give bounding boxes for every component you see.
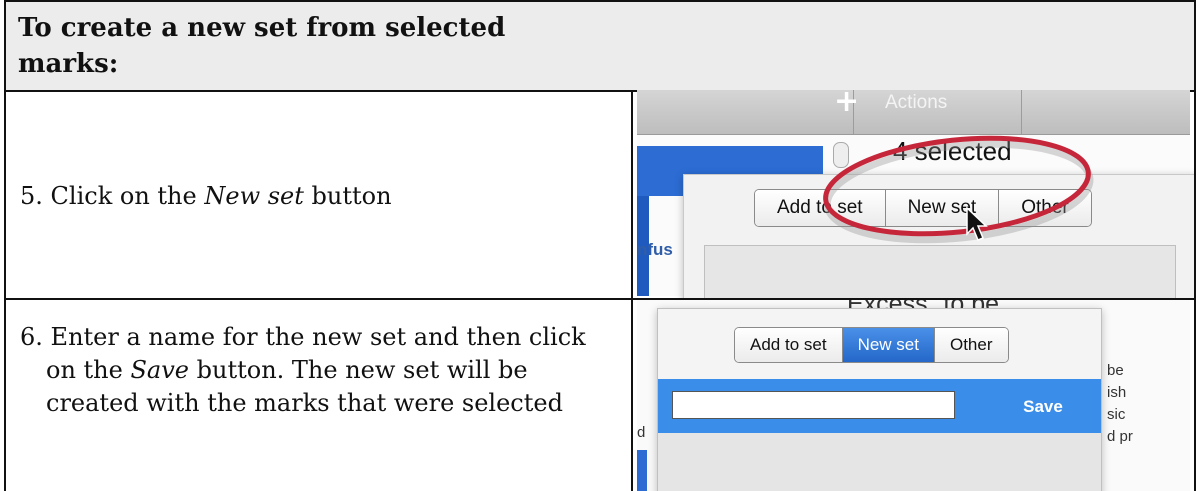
background-fragment: d pr xyxy=(1107,428,1133,445)
step-text: Click on the xyxy=(50,182,197,210)
background-fragment: be xyxy=(1107,362,1124,379)
section-title: To create a new set from selected marks: xyxy=(18,13,506,79)
header-cell-empty xyxy=(631,0,1196,92)
header-cell: To create a new set from selected marks: xyxy=(4,0,633,92)
step-5-cell: 5. Click on the New set button xyxy=(4,90,633,300)
step-text: button. The new set will be created with… xyxy=(46,356,563,417)
step-5-text: 5. Click on the New set button xyxy=(20,180,392,212)
step-6-text: 6. Enter a name for the new set and then… xyxy=(20,321,620,420)
step-emphasis: New set xyxy=(204,182,304,210)
step-text: button xyxy=(311,182,392,210)
background-fragment: d xyxy=(637,424,646,441)
new-set-form: Save xyxy=(658,379,1101,433)
segmented-control: Add to set New set Other xyxy=(734,327,1009,363)
save-button[interactable]: Save xyxy=(988,379,1098,433)
background-fragment: ish xyxy=(1107,384,1127,401)
add-to-set-segment[interactable]: Add to set xyxy=(735,328,842,362)
popover-content-area xyxy=(658,433,1101,491)
step-6-screenshot-cell: Excess "to be" d be ish sic d pr Add to … xyxy=(631,300,1196,491)
step-number: 5. xyxy=(20,182,43,210)
step-emphasis: Save xyxy=(130,356,189,384)
step-5-screenshot-cell: + Actions nfus 4 selected Add to set New… xyxy=(631,90,1196,300)
new-set-segment[interactable]: New set xyxy=(841,328,934,362)
background-fragments: be ish sic d pr xyxy=(1107,360,1133,448)
set-popover: Add to set New set Other Save xyxy=(657,308,1102,491)
step-6-cell: 6. Enter a name for the new set and then… xyxy=(4,300,633,491)
background-fragment: sic xyxy=(1107,406,1126,423)
highlight-annotation xyxy=(823,135,1094,244)
instructions-table: To create a new set from selected marks:… xyxy=(4,0,1196,491)
screenshot-save-new-set: Excess "to be" d be ish sic d pr Add to … xyxy=(637,300,1190,491)
set-name-input[interactable] xyxy=(672,391,955,419)
step-number: 6. xyxy=(20,323,43,351)
sidebar-highlight xyxy=(637,450,647,491)
other-segment[interactable]: Other xyxy=(933,328,1008,362)
screenshot-new-set-button: + Actions nfus 4 selected Add to set New… xyxy=(637,90,1194,298)
